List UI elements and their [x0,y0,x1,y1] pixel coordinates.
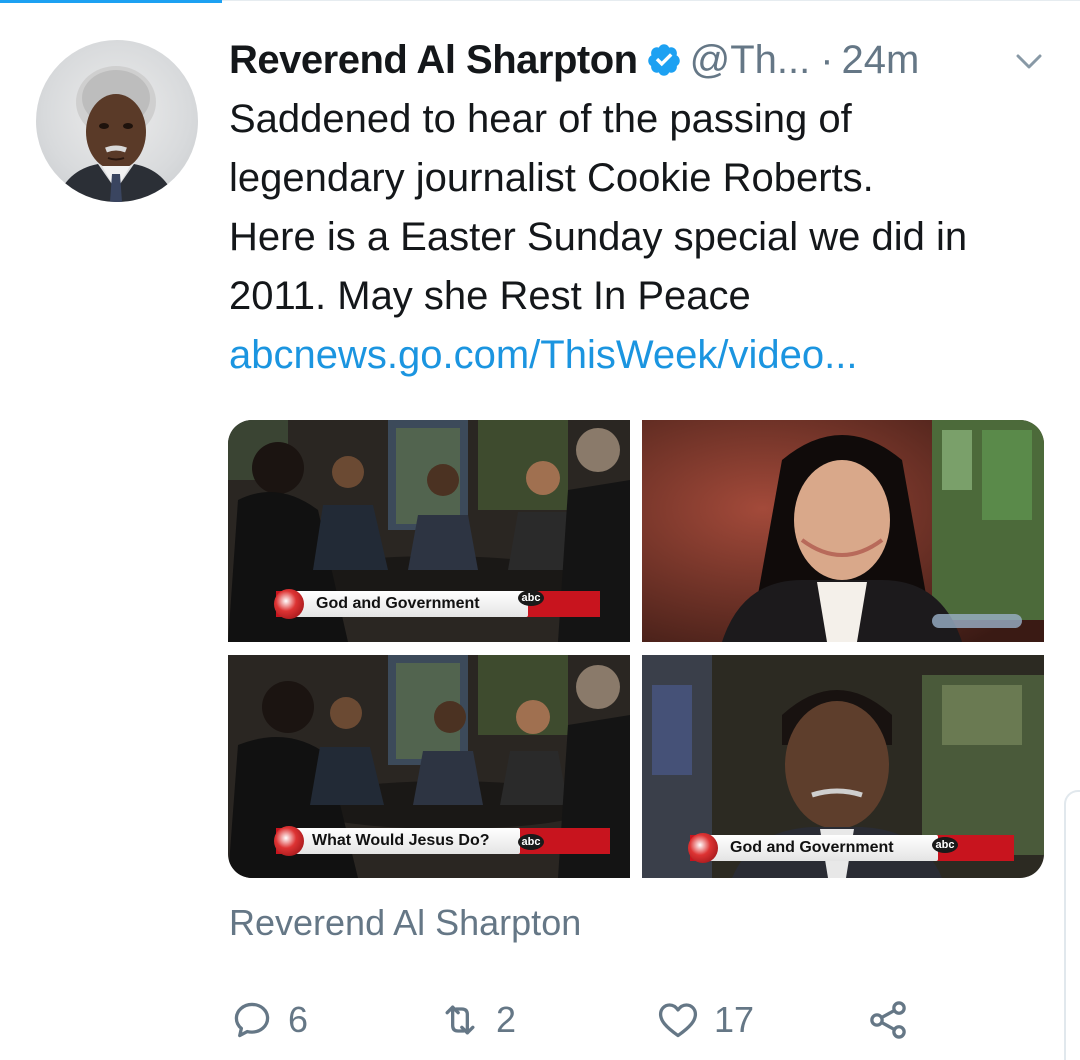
tweet-link[interactable]: abcnews.go.com/ThisWeek/video... [229,333,857,377]
tweet-header: Reverend Al Sharpton @Th... · 24m [229,32,919,88]
news-globe-icon [274,826,304,856]
media-tile-1[interactable]: God and Government abc [228,420,630,642]
media-tile-2[interactable] [642,420,1044,642]
author-handle[interactable]: @Th... [690,38,811,83]
abc-logo: abc [518,834,544,850]
news-globe-icon [688,833,718,863]
tweet-actions: 6 2 17 [0,992,1080,1048]
retweet-count: 2 [496,999,517,1040]
reply-count: 6 [288,999,309,1040]
share-icon [870,1001,906,1039]
avatar[interactable] [36,40,198,202]
abc-logo: abc [932,837,958,853]
media-tile-3[interactable]: What Would Jesus Do? abc [228,655,630,878]
lower-third-text: God and Government [316,595,480,612]
media-tile-4[interactable]: God and Government abc [642,655,1044,878]
reply-button[interactable]: 6 [230,992,308,1048]
reply-icon [234,1002,270,1038]
chevron-down-icon[interactable] [1014,50,1044,74]
share-button[interactable] [866,992,910,1048]
top-divider [222,0,1080,1]
presenter-image [642,420,1044,642]
retweet-icon [445,1005,475,1035]
timestamp[interactable]: 24m [842,38,920,83]
media-grid: God and Government abc What Would Jesus … [228,420,1044,878]
tweet-source-label[interactable]: Reverend Al Sharpton [229,902,581,944]
abc-logo: abc [518,590,544,606]
like-button[interactable]: 17 [656,992,754,1048]
lower-third-text: What Would Jesus Do? [312,832,490,849]
author-name[interactable]: Reverend Al Sharpton [229,38,638,83]
verified-badge-icon [647,44,680,76]
separator-dot: · [820,37,834,82]
retweet-button[interactable]: 2 [438,992,516,1048]
like-count: 17 [714,999,755,1040]
news-globe-icon [274,589,304,619]
tweet-text: Saddened to hear of the passing of legen… [229,90,1059,385]
lower-third-text: God and Government [730,839,894,856]
scrollbar[interactable] [1064,790,1080,1060]
active-tab-indicator [0,0,222,3]
heart-icon [658,1003,698,1038]
tweet-body: Saddened to hear of the passing of legen… [229,97,968,318]
